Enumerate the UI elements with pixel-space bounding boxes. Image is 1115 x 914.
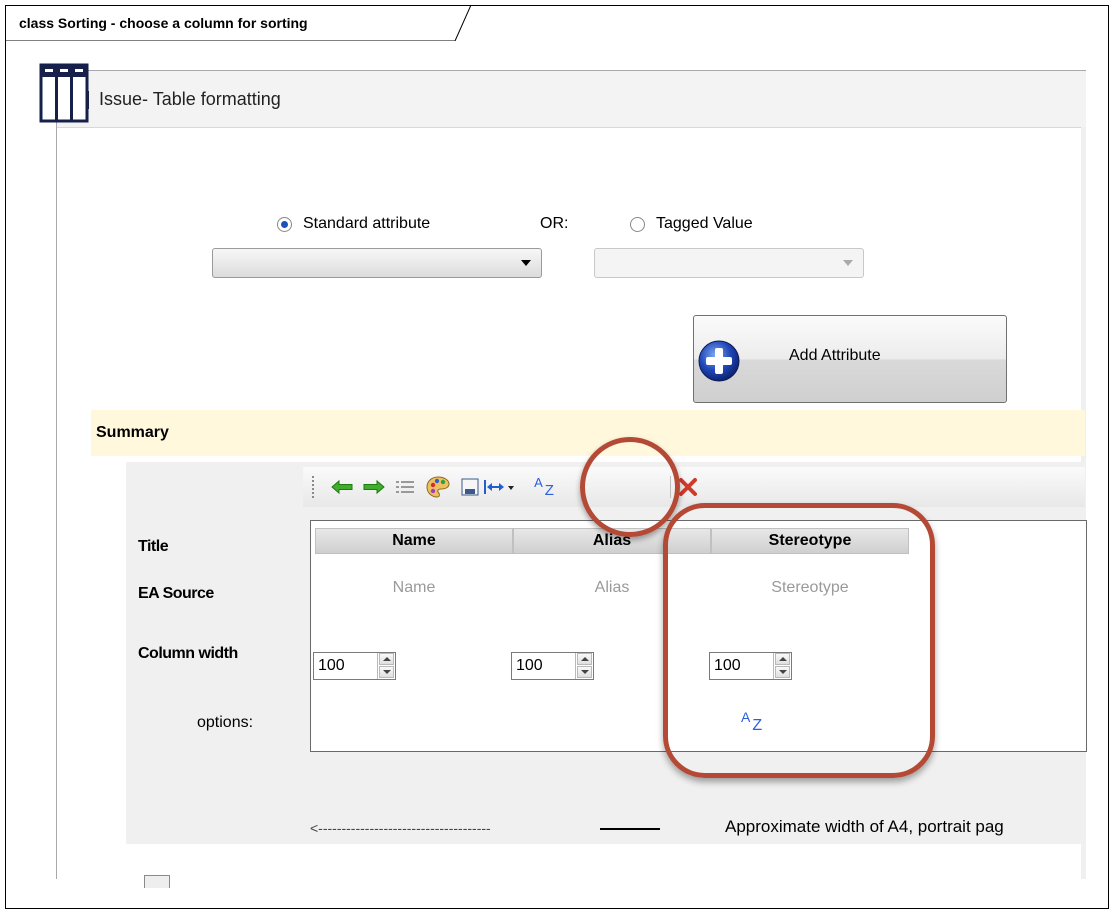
column-toolbar: AZ (303, 467, 1085, 507)
radio-selected-icon (277, 216, 292, 232)
callout-sort-button-highlight (580, 437, 680, 537)
row-label-title: Title (138, 538, 169, 555)
width-indicator-dashes: <------------------------------------- (310, 820, 491, 836)
stepper-down-icon[interactable] (379, 666, 394, 678)
standard-attribute-combo[interactable] (212, 248, 542, 278)
tagged-value-label: Tagged Value (656, 215, 753, 232)
or-label: OR: (540, 215, 569, 232)
column-header-name[interactable]: Name (315, 528, 513, 554)
width-indicator-caption: Approximate width of A4, portrait pag (725, 817, 1004, 836)
sort-az-icon[interactable]: AZ (527, 475, 561, 499)
add-plus-icon (698, 340, 740, 382)
column-width-icon[interactable] (483, 475, 517, 499)
standard-attribute-radio[interactable]: Standard attribute (277, 215, 430, 233)
toolbar-grip[interactable] (312, 476, 314, 498)
summary-label: Summary (96, 424, 169, 441)
move-right-icon[interactable] (362, 475, 386, 499)
add-attribute-button[interactable]: Add Attribute (693, 315, 1007, 403)
palette-icon[interactable] (426, 475, 450, 499)
list-icon[interactable] (393, 475, 417, 499)
column-width-value: 100 (318, 657, 345, 674)
column-width-value: 100 (516, 657, 543, 674)
dialog-title: Issue- Table formatting (99, 89, 281, 109)
stepper-up-icon[interactable] (379, 653, 394, 665)
column-source-name: Name (392, 579, 436, 596)
width-indicator-solid (600, 828, 660, 830)
save-icon[interactable] (458, 475, 482, 499)
row-label-width: Column width (138, 645, 238, 662)
callout-sorted-column-highlight (663, 503, 935, 778)
stepper-down-icon[interactable] (577, 666, 592, 678)
dialog-titlebar: Issue- Table formatting (57, 71, 1086, 127)
chevron-down-icon (521, 260, 531, 266)
tagged-value-combo[interactable] (594, 248, 864, 278)
column-width-stepper-alias[interactable]: 100 (511, 652, 594, 680)
column-width-stepper-name[interactable]: 100 (313, 652, 396, 680)
stepper-buttons (377, 653, 395, 679)
row-label-options: options: (197, 714, 254, 731)
stepper-up-icon[interactable] (577, 653, 592, 665)
row-label-source: EA Source (138, 585, 214, 602)
move-left-icon[interactable] (330, 475, 354, 499)
stepper-buttons (575, 653, 593, 679)
sort-az-a: A (534, 474, 543, 490)
radio-unselected-icon (630, 216, 645, 232)
sort-az-z: Z (544, 481, 554, 499)
summary-section-header: Summary (91, 410, 1085, 456)
bottom-checkbox[interactable] (144, 875, 170, 888)
add-attribute-label: Add Attribute (789, 347, 881, 364)
standard-attribute-label: Standard attribute (303, 215, 431, 232)
chevron-down-icon (843, 260, 853, 266)
tagged-value-radio[interactable]: Tagged Value (630, 215, 753, 233)
frame-title: class Sorting - choose a column for sort… (19, 15, 308, 31)
table-columns-icon (39, 63, 89, 123)
